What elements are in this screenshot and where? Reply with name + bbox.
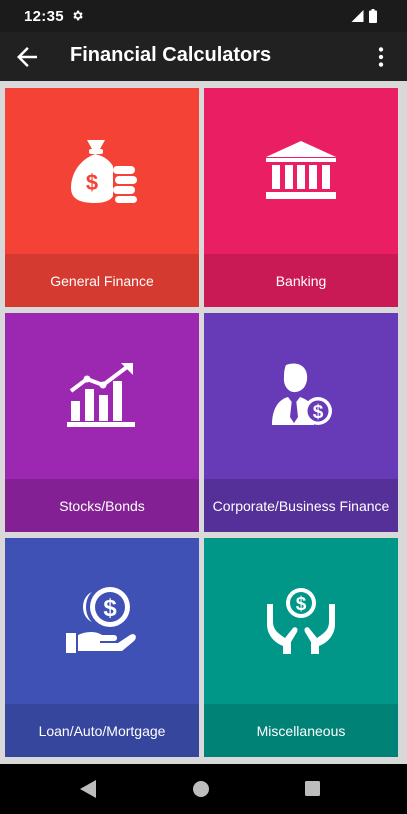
svg-text:$: $ bbox=[313, 402, 324, 423]
nav-back-icon[interactable] bbox=[80, 780, 96, 798]
tile-label: Miscellaneous bbox=[204, 704, 398, 757]
tile-loan-auto-mortgage[interactable]: $ Loan/Auto/Mortgage bbox=[5, 538, 199, 757]
hand-dollar-coin-icon: $ bbox=[66, 587, 136, 653]
businessman-dollar-icon: $ bbox=[272, 363, 332, 425]
status-time: 12:35 bbox=[24, 8, 64, 25]
tile-label: Loan/Auto/Mortgage bbox=[5, 704, 199, 757]
tile-label: Banking bbox=[204, 254, 398, 307]
battery-icon bbox=[369, 9, 377, 23]
svg-text:$: $ bbox=[103, 595, 117, 622]
hands-dollar-icon: $ bbox=[267, 588, 335, 654]
status-bar: 12:35 bbox=[0, 0, 407, 32]
gear-icon bbox=[73, 10, 83, 21]
category-grid: $ General Finance Banking Stocks/Bonds $… bbox=[0, 81, 407, 764]
more-vert-icon[interactable] bbox=[368, 42, 394, 72]
arrow-back-icon[interactable] bbox=[12, 42, 42, 72]
tile-label: Stocks/Bonds bbox=[5, 479, 199, 532]
nav-home-icon[interactable] bbox=[193, 781, 209, 797]
tile-miscellaneous[interactable]: $ Miscellaneous bbox=[204, 538, 398, 757]
tile-stocks-bonds[interactable]: Stocks/Bonds bbox=[5, 313, 199, 532]
svg-text:$: $ bbox=[86, 170, 98, 195]
signal-icon bbox=[351, 10, 364, 22]
tile-corporate-business-finance[interactable]: $ Corporate/Business Finance bbox=[204, 313, 398, 532]
nav-recents-icon[interactable] bbox=[305, 781, 320, 796]
bank-building-icon bbox=[266, 141, 336, 199]
tile-general-finance[interactable]: $ General Finance bbox=[5, 88, 199, 307]
svg-text:$: $ bbox=[296, 594, 307, 615]
app-bar: Financial Calculators bbox=[0, 32, 407, 81]
money-bag-coins-icon: $ bbox=[71, 140, 137, 203]
page-title: Financial Calculators bbox=[70, 44, 272, 66]
tile-label: Corporate/Business Finance bbox=[204, 479, 398, 532]
system-nav-bar bbox=[0, 764, 407, 814]
bar-chart-trend-icon bbox=[67, 363, 135, 427]
tile-banking[interactable]: Banking bbox=[204, 88, 398, 307]
tile-label: General Finance bbox=[5, 254, 199, 307]
